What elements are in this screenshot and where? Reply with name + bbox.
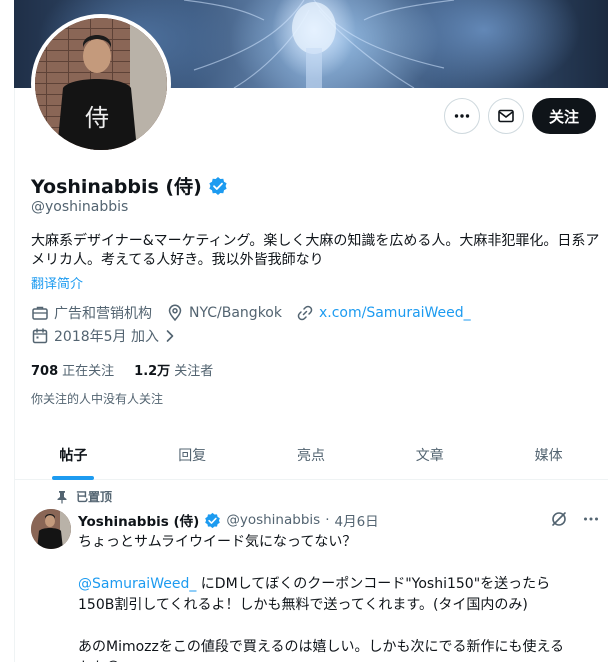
profile-avatar[interactable]: 侍	[31, 14, 171, 154]
post-body: ちょっとサムライウイード気になってない？ @SamuraiWeed_ にDMして…	[78, 532, 598, 662]
post-separator: ·	[325, 512, 330, 528]
more-icon[interactable]	[582, 510, 600, 528]
pinned-label: 已置顶	[76, 490, 113, 504]
profile-website[interactable]: x.com/SamuraiWeed_	[296, 304, 471, 322]
verified-badge-icon[interactable]	[204, 512, 221, 529]
tab-posts[interactable]: 帖子	[14, 430, 133, 480]
post-line-4: あのMimozzをこの値段で買えるのは嬉しい。しかも次にでる新作にも使える	[78, 639, 565, 655]
post-line-2: @SamuraiWeed_ にDMしてぼくのクーポンコード"Yoshi150"を…	[78, 574, 598, 595]
post-line-2-text: にDMしてぼくのクーポンコード"Yoshi150"を送ったら	[196, 576, 551, 592]
profile-category: 广告和营销机构	[31, 303, 152, 323]
profile-joined-label: 2018年5月 加入	[54, 329, 159, 345]
active-tab-indicator	[52, 476, 95, 480]
profile-name-row: Yoshinabbis (侍)	[31, 172, 228, 199]
post-line-3: 150B割引してくれるよ！しかも無料で送ってくれます。(タイ国内のみ)	[78, 597, 528, 613]
following-label: 正在关注	[62, 364, 115, 379]
post-blank-line	[78, 553, 598, 574]
profile-joined-row[interactable]: 2018年5月 加入	[31, 326, 190, 346]
profile-bio: 大麻系デザイナー&マーケティング。楽しく大麻の知識を広める人。大麻非犯罪化。日系…	[31, 233, 600, 268]
column-border	[14, 88, 15, 662]
profile-tabs: 帖子 回复 亮点 文章 媒体	[14, 430, 608, 480]
follow-button[interactable]: 关注	[532, 98, 596, 134]
verified-badge-icon[interactable]	[208, 176, 228, 196]
profile-name: Yoshinabbis (侍)	[31, 176, 202, 198]
post-mention-link[interactable]: @SamuraiWeed_	[78, 576, 196, 592]
profile-website-link[interactable]: x.com/SamuraiWeed_	[319, 305, 471, 321]
following-count[interactable]: 708 正在关注	[31, 360, 114, 379]
translate-bio-link[interactable]: 翻译简介	[31, 273, 83, 292]
grok-icon[interactable]	[550, 510, 568, 528]
tab-media[interactable]: 媒体	[489, 430, 608, 479]
location-icon	[168, 304, 182, 322]
post-author-handle[interactable]: @yoshinabbis	[226, 512, 320, 528]
tab-replies[interactable]: 回复	[133, 430, 252, 479]
following-number: 708	[31, 364, 59, 379]
profile-joined[interactable]: 2018年5月 加入	[31, 326, 176, 346]
message-button[interactable]	[488, 98, 524, 134]
followers-count[interactable]: 1.2万 关注者	[134, 360, 213, 379]
more-button[interactable]	[444, 98, 480, 134]
post-author-name[interactable]: Yoshinabbis (侍)	[78, 510, 199, 530]
post-line-1: ちょっとサムライウイード気になってない？	[78, 534, 357, 550]
tab-posts-label: 帖子	[59, 447, 88, 464]
profile-category-label: 广告和营销机构	[54, 306, 152, 322]
post-header: Yoshinabbis (侍) @yoshinabbis · 4月6日	[78, 510, 379, 530]
profile-handle: @yoshinabbis	[31, 199, 129, 215]
profile-location-label: NYC/Bangkok	[189, 305, 282, 321]
message-icon	[498, 109, 514, 123]
profile-meta-row: 广告和营销机构 NYC/Bangkok x.com/SamuraiWeed_	[31, 303, 485, 323]
avatar-photo: 侍	[35, 18, 167, 150]
followers-you-know: 你关注的人中没有人关注	[31, 392, 164, 406]
link-icon	[297, 305, 313, 321]
tab-articles[interactable]: 文章	[370, 430, 489, 479]
tab-media-label: 媒体	[534, 447, 563, 464]
profile-location: NYC/Bangkok	[166, 304, 282, 322]
follow-counts: 708 正在关注 1.2万 关注者	[31, 360, 213, 379]
post-blank-line	[78, 616, 598, 637]
calendar-icon	[32, 328, 48, 344]
followers-number: 1.2万	[134, 364, 171, 379]
tab-highlights[interactable]: 亮点	[252, 430, 371, 479]
pin-icon	[57, 490, 67, 503]
tab-replies-label: 回复	[178, 447, 207, 464]
post-avatar-photo	[31, 509, 71, 549]
pinned-indicator: 已置顶	[56, 488, 112, 505]
briefcase-icon	[32, 306, 48, 320]
followers-label: 关注者	[174, 364, 214, 379]
more-icon	[454, 114, 470, 118]
tab-articles-label: 文章	[415, 447, 444, 464]
post-date[interactable]: 4月6日	[334, 510, 378, 530]
chevron-right-icon	[166, 330, 174, 342]
post-actions-top	[550, 510, 600, 528]
post-avatar[interactable]	[31, 509, 71, 549]
post-line-5: かも😳	[78, 658, 598, 662]
tab-highlights-label: 亮点	[296, 447, 325, 464]
avatar-shirt-kanji: 侍	[85, 104, 109, 132]
